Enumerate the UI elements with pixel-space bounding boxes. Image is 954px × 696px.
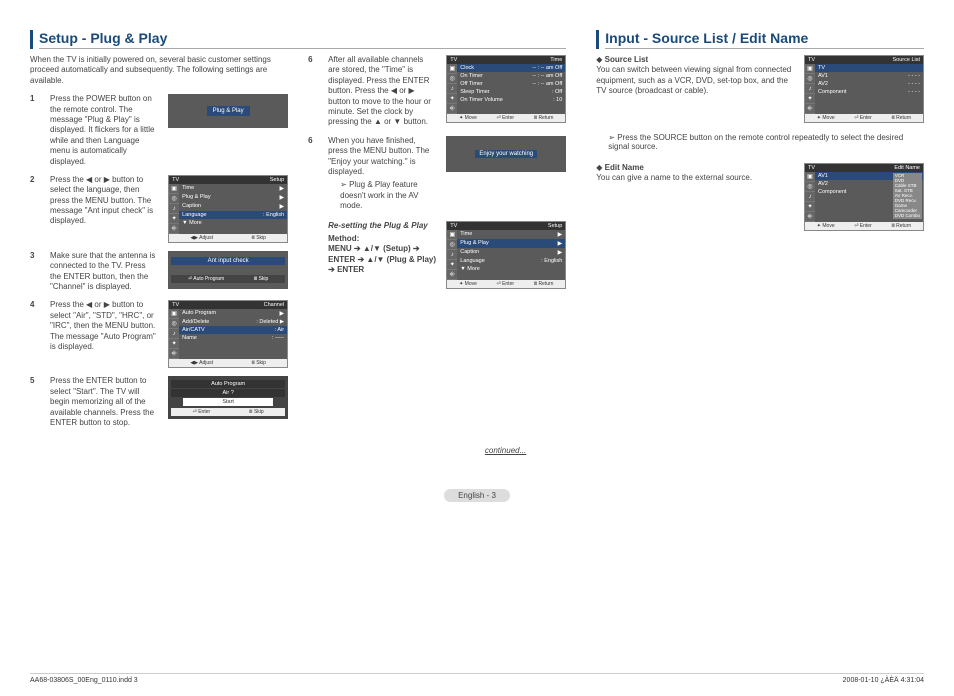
step-text: Make sure that the antenna is connected … bbox=[50, 251, 158, 293]
osd-start-button: Start bbox=[183, 398, 273, 406]
step-num: 4 bbox=[30, 300, 40, 309]
osd-icon-column: ▣◎♪✦⎆ bbox=[447, 230, 457, 280]
print-footer: AA68-03806S_00Eng_0110.indd 3 2008-01-10… bbox=[30, 673, 924, 684]
osd-ant-check: Ant input check ⏎ Auto ProgramⅢ Skip bbox=[168, 251, 288, 289]
step-num: 6 bbox=[308, 55, 318, 64]
page-number-pill: English - 3 bbox=[444, 489, 510, 502]
step-text: Press the POWER button on the remote con… bbox=[50, 94, 158, 167]
osd-enjoy: Enjoy your watching bbox=[446, 136, 566, 172]
osd-name-options: VCR DVD Cable STB Sat. STB AV Recv. DVD … bbox=[893, 173, 922, 219]
step-6: 6 After all available channels are store… bbox=[308, 55, 566, 128]
page-footer: English - 3 bbox=[0, 489, 954, 502]
osd-channel-label: Channel bbox=[264, 302, 285, 308]
edit-name-head: Edit Name bbox=[605, 163, 644, 172]
osd-row-caption: Caption bbox=[182, 203, 201, 210]
step-text: After all available channels are stored,… bbox=[328, 55, 436, 128]
osd-icon-column: ▣◎♪✦⎆ bbox=[805, 64, 815, 114]
osd-channel-menu: TVChannel ▣◎♪✦⎆ Auto Program▶ Add/Delete… bbox=[168, 300, 288, 368]
osd-reset-setup: TVSetup ▣◎♪✦⎆ Time▶ Plug & Play▶ Caption… bbox=[446, 221, 566, 289]
osd-row-time: Time bbox=[182, 185, 194, 192]
osd-icon-column: ▣◎♪✦⎆ bbox=[169, 309, 179, 359]
reset-method: MENU ➔ ▲/▼ (Setup) ➔ ENTER ➔ ▲/▼ (Plug &… bbox=[328, 244, 436, 274]
source-list-section: Source List You can switch between viewi… bbox=[596, 55, 924, 123]
osd-auto-program: Auto Program Air ? Start ⏎ EnterⅢ Skip bbox=[168, 376, 288, 419]
osd-row-pnp: Plug & Play bbox=[182, 194, 210, 201]
step-text: Press the ENTER button to select "Start"… bbox=[50, 376, 158, 428]
setup-title: Setup - Plug & Play bbox=[39, 30, 566, 49]
osd-edit-name: TVEdit Name ▣◎♪✦⎆ AV1: ---- AV2: ---- Co… bbox=[804, 163, 924, 231]
step-text: Press the ◀ or ▶ button to select the la… bbox=[50, 175, 158, 227]
osd-pnp-label: Plug & Play bbox=[207, 106, 250, 116]
osd-icon-column: ▣◎♪✦⎆ bbox=[805, 172, 815, 222]
osd-ant-label: Ant input check bbox=[171, 257, 285, 265]
step-num: 2 bbox=[30, 175, 40, 184]
step-4: 4 Press the ◀ or ▶ button to select "Air… bbox=[30, 300, 288, 368]
intro-text: When the TV is initially powered on, sev… bbox=[30, 55, 288, 86]
footer-file: AA68-03806S_00Eng_0110.indd 3 bbox=[30, 677, 138, 684]
step-num: 5 bbox=[30, 376, 40, 385]
source-note: Press the SOURCE button on the remote co… bbox=[608, 133, 924, 151]
osd-time-menu: TVTime ▣◎♪✦⎆ Clock-- : -- am Off On Time… bbox=[446, 55, 566, 123]
step-6b: 6 When you have finished, press the MENU… bbox=[308, 136, 566, 212]
note-pnp-av: Plug & Play feature doesn't work in the … bbox=[340, 180, 436, 211]
step-5: 5 Press the ENTER button to select "Star… bbox=[30, 376, 288, 428]
source-list-text: You can switch between viewing signal fr… bbox=[596, 65, 796, 96]
step-2: 2 Press the ◀ or ▶ button to select the … bbox=[30, 175, 288, 243]
osd-source-list: TVSource List ▣◎♪✦⎆ TV AV1- - - - AV2- -… bbox=[804, 55, 924, 123]
osd-setup-label: Setup bbox=[270, 177, 284, 183]
step-3: 3 Make sure that the antenna is connecte… bbox=[30, 251, 288, 293]
reset-heading: Re-setting the Plug & Play bbox=[328, 221, 436, 231]
osd-row-more: ▼ More bbox=[182, 220, 202, 226]
source-list-head: Source List bbox=[605, 55, 649, 64]
reset-section: Re-setting the Plug & Play Method:MENU ➔… bbox=[308, 221, 566, 289]
step-text: Press the ◀ or ▶ button to select "Air",… bbox=[50, 300, 158, 352]
step-num: 3 bbox=[30, 251, 40, 260]
step-text: When you have finished, press the MENU b… bbox=[328, 136, 436, 212]
input-title: Input - Source List / Edit Name bbox=[605, 30, 924, 49]
osd-plug-and-play: Plug & Play bbox=[168, 94, 288, 128]
footer-date: 2008-01-10 ¿ÀÈÄ 4:31:04 bbox=[843, 677, 924, 684]
osd-icon-column: ▣◎♪✦⎆ bbox=[169, 184, 179, 234]
osd-icon-column: ▣◎♪✦⎆ bbox=[447, 64, 457, 114]
continued-label: continued... bbox=[30, 446, 566, 455]
osd-row-language: Language bbox=[182, 212, 206, 218]
step-num: 1 bbox=[30, 94, 40, 103]
edit-name-section: Edit Name You can give a name to the ext… bbox=[596, 163, 924, 231]
osd-setup-menu: TVSetup ▣◎♪✦⎆ Time▶ Plug & Play▶ Caption… bbox=[168, 175, 288, 243]
edit-name-text: You can give a name to the external sour… bbox=[596, 173, 796, 183]
step-1: 1 Press the POWER button on the remote c… bbox=[30, 94, 288, 167]
osd-tv-label: TV bbox=[172, 177, 179, 183]
step-num: 6 bbox=[308, 136, 318, 145]
